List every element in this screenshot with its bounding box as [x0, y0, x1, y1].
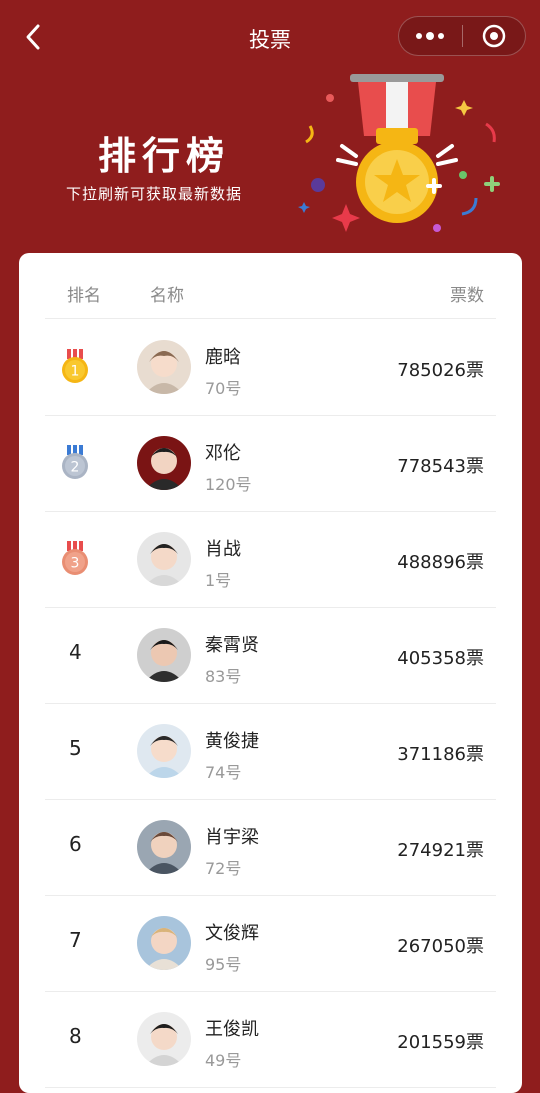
- person-avatar-icon: [137, 724, 191, 778]
- gold-medal-icon: 1: [62, 349, 88, 383]
- ranking-card: 排名 名称 票数 1 鹿晗 70号 785026票 2 邓伦 120号 7785…: [19, 253, 522, 1093]
- medal-illustration-icon: [298, 74, 500, 232]
- vote-count: 488896票: [397, 552, 484, 573]
- column-header-votes: 票数: [450, 286, 484, 306]
- avatar[interactable]: [137, 532, 191, 586]
- candidate-name: 王俊凯: [205, 1019, 259, 1040]
- person-avatar-icon: [137, 916, 191, 970]
- target-circle-icon: [482, 24, 505, 48]
- candidate-number: 95号: [205, 955, 242, 974]
- person-avatar-icon: [137, 532, 191, 586]
- person-avatar-icon: [137, 1012, 191, 1066]
- close-miniprogram-button[interactable]: [463, 17, 526, 55]
- vote-count: 778543票: [397, 456, 484, 477]
- person-avatar-icon: [137, 628, 191, 682]
- candidate-name: 肖战: [205, 539, 241, 560]
- candidate-number: 1号: [205, 571, 232, 590]
- column-header-rank: 排名: [67, 286, 101, 306]
- avatar[interactable]: [137, 340, 191, 394]
- miniprogram-capsule: [398, 16, 526, 56]
- table-row[interactable]: 2 邓伦 120号 778543票: [45, 415, 496, 512]
- candidate-number: 74号: [205, 763, 242, 782]
- candidate-number: 72号: [205, 859, 242, 878]
- candidate-name: 文俊辉: [205, 923, 259, 944]
- avatar[interactable]: [137, 916, 191, 970]
- table-row[interactable]: 8 王俊凯 49号 201559票: [45, 991, 496, 1088]
- avatar[interactable]: [137, 1012, 191, 1066]
- candidate-name: 黄俊捷: [205, 731, 259, 752]
- banner-subtitle: 下拉刷新可获取最新数据: [66, 185, 243, 203]
- medal-rank-label: 2: [71, 460, 80, 476]
- vote-count: 274921票: [397, 840, 484, 861]
- medal-rank-label: 3: [71, 556, 80, 572]
- medal-rank-label: 1: [71, 364, 80, 380]
- candidate-number: 49号: [205, 1051, 242, 1070]
- rank-number: 7: [69, 928, 82, 952]
- vote-count: 371186票: [397, 744, 484, 765]
- candidate-number: 83号: [205, 667, 242, 686]
- banner-title: 排行榜: [98, 134, 231, 178]
- rank-number: 8: [69, 1024, 82, 1048]
- candidate-name: 鹿晗: [205, 347, 241, 368]
- avatar[interactable]: [137, 820, 191, 874]
- more-button[interactable]: [399, 17, 462, 55]
- bronze-medal-icon: 3: [62, 541, 88, 575]
- rank-number: 5: [69, 736, 82, 760]
- table-row[interactable]: 1 鹿晗 70号 785026票: [45, 319, 496, 416]
- more-dots-icon: [416, 31, 445, 40]
- vote-count: 785026票: [397, 360, 484, 381]
- vote-count: 405358票: [397, 648, 484, 669]
- table-row[interactable]: 6 肖宇梁 72号 274921票: [45, 799, 496, 896]
- candidate-name: 邓伦: [205, 443, 241, 464]
- person-avatar-icon: [137, 436, 191, 490]
- rank-number: 6: [69, 832, 82, 856]
- candidate-number: 120号: [205, 475, 252, 494]
- table-row[interactable]: 5 黄俊捷 74号 371186票: [45, 703, 496, 800]
- person-avatar-icon: [137, 340, 191, 394]
- table-row[interactable]: 3 肖战 1号 488896票: [45, 511, 496, 608]
- table-row[interactable]: 7 文俊辉 95号 267050票: [45, 895, 496, 992]
- candidate-name: 肖宇梁: [205, 827, 259, 848]
- silver-medal-icon: 2: [62, 445, 88, 479]
- vote-count: 267050票: [397, 936, 484, 957]
- candidate-number: 70号: [205, 379, 242, 398]
- avatar[interactable]: [137, 628, 191, 682]
- table-row[interactable]: 4 秦霄贤 83号 405358票: [45, 607, 496, 704]
- column-header-name: 名称: [150, 286, 184, 306]
- vote-count: 201559票: [397, 1032, 484, 1053]
- avatar[interactable]: [137, 724, 191, 778]
- avatar[interactable]: [137, 436, 191, 490]
- rank-number: 4: [69, 640, 82, 664]
- person-avatar-icon: [137, 820, 191, 874]
- candidate-name: 秦霄贤: [205, 635, 259, 656]
